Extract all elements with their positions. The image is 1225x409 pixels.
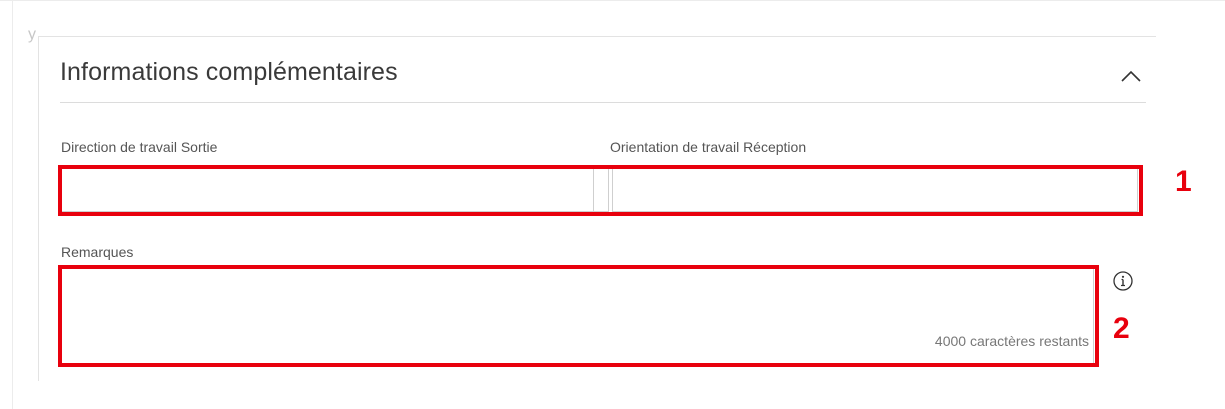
collapse-section-button[interactable] <box>1113 58 1149 94</box>
section-title: Informations complémentaires <box>60 58 398 86</box>
page: y Informations complémentaires Direction… <box>0 0 1225 409</box>
clipped-text-fragment: y <box>28 26 36 43</box>
orientation-reception-input[interactable] <box>612 168 1138 212</box>
annotation-number-2: 2 <box>1113 312 1130 345</box>
chevron-up-icon <box>1121 70 1141 82</box>
remarques-info-button[interactable] <box>1108 266 1138 296</box>
direction-sortie-label: Direction de travail Sortie <box>61 139 218 155</box>
header-divider <box>60 102 1146 103</box>
remarques-textarea[interactable] <box>60 268 1094 364</box>
panel-top-border <box>38 36 1156 37</box>
orientation-reception-label: Orientation de travail Réception <box>610 139 807 155</box>
panel-left-border <box>38 36 39 381</box>
outer-frame-top-border <box>0 0 1225 1</box>
direction-sortie-input-edge <box>593 168 609 212</box>
remaining-characters-counter: 4000 caractères restants <box>934 333 1089 349</box>
outer-frame-left-border <box>12 0 13 409</box>
info-icon <box>1113 271 1133 291</box>
direction-sortie-input[interactable] <box>60 168 597 212</box>
annotation-number-1: 1 <box>1175 165 1192 198</box>
remarques-label: Remarques <box>61 244 134 260</box>
